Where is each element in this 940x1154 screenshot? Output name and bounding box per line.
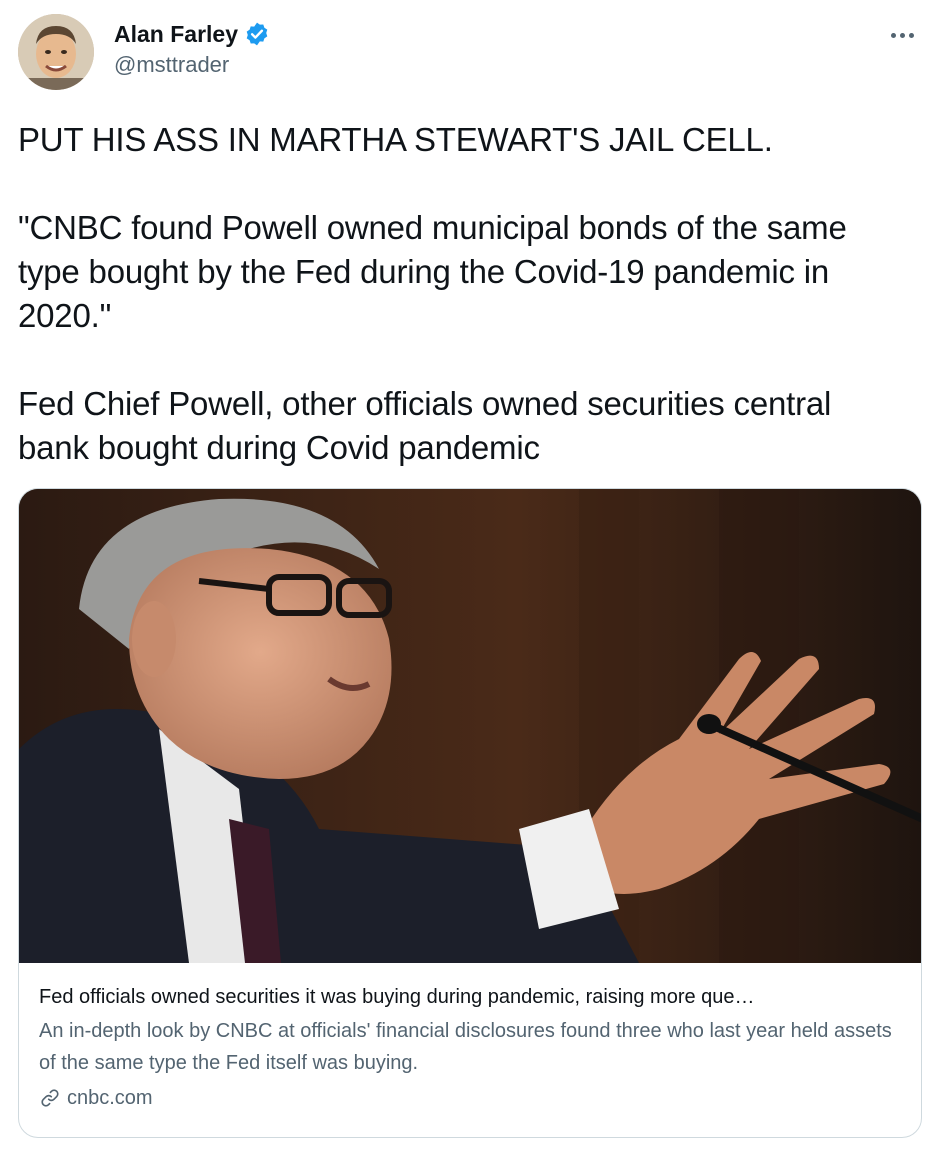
card-image[interactable] [19,489,921,963]
avatar[interactable] [18,14,94,90]
verified-badge-icon [244,21,270,47]
tweet-header: Alan Farley @msttrader [18,14,922,92]
tweet-text-line: Fed Chief Powell, other officials owned … [18,385,832,466]
handle[interactable]: @msttrader [114,52,270,78]
card-title[interactable]: Fed officials owned securities it was bu… [39,983,901,1011]
card-domain-label: cnbc.com [67,1086,153,1109]
tweet-text: PUT HIS ASS IN MARTHA STEWART'S JAIL CEL… [18,118,898,470]
tweet-text-line: PUT HIS ASS IN MARTHA STEWART'S JAIL CEL… [18,121,773,158]
link-icon [39,1087,61,1109]
more-horizontal-icon[interactable] [884,20,920,50]
link-preview-card[interactable]: Fed officials owned securities it was bu… [18,488,922,1138]
card-domain[interactable]: cnbc.com [39,1083,901,1113]
tweet-text-line: "CNBC found Powell owned municipal bonds… [18,209,847,334]
display-name[interactable]: Alan Farley [114,21,238,48]
card-description: An in-depth look by CNBC at officials' f… [39,1020,892,1074]
